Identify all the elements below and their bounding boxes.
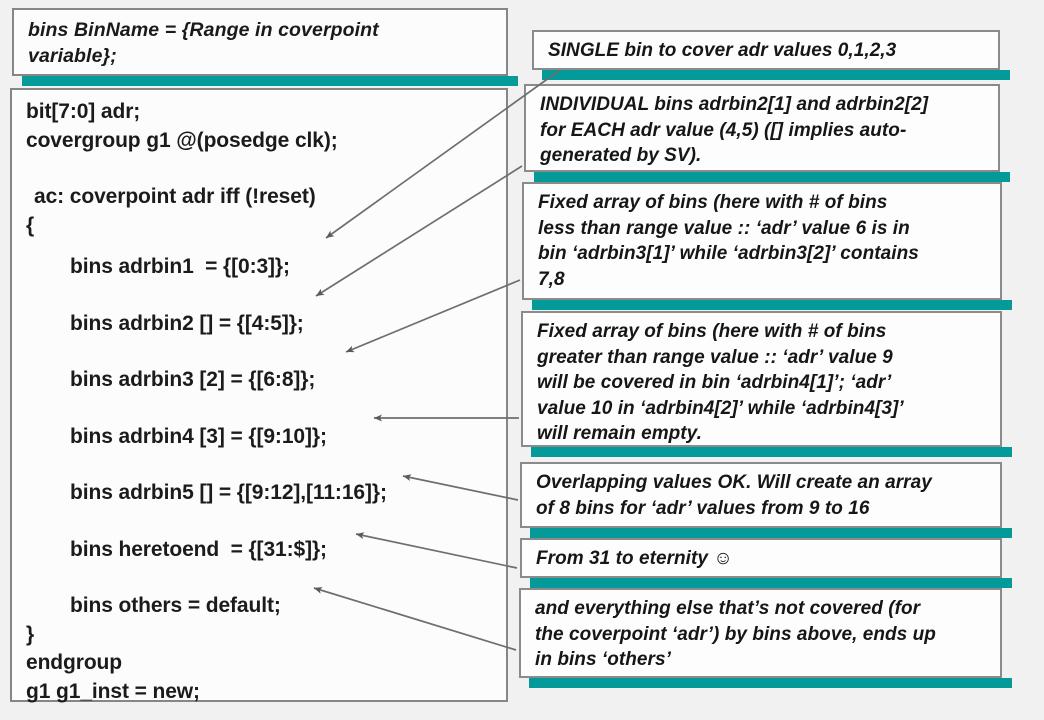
code-line-adrbin5: bins adrbin5 [] = {[9:12],[11:16]}; [70,481,387,504]
callout-heretoend: From 31 to eternity ☺ [520,538,1012,588]
callout-text-line: 7,8 [538,268,565,290]
callout-text-line: SINGLE bin to cover adr values 0,1,2,3 [548,40,897,61]
syntax-line-1: bins BinName = {Range in coverpoint [28,19,379,41]
code-line-adrbin3: bins adrbin3 [2] = {[6:8]}; [70,368,316,391]
code-line-coverpoint: ac: coverpoint adr iff (!reset) [34,185,316,208]
callout-adrbin4: Fixed array of bins (here with # of bins… [521,311,1012,457]
code-line-close-brace: } [26,622,35,646]
syntax-definition-box: bins BinName = {Range in coverpoint vari… [12,8,518,86]
code-line-covergroup: covergroup g1 @(posedge clk); [26,128,338,152]
systemverilog-code-box: bit[7:0] adr; covergroup g1 @(posedge cl… [10,88,508,703]
code-line-adrbin4: bins adrbin4 [3] = {[9:10]}; [70,424,327,448]
code-spacer [26,508,506,536]
callout-text-line: From 31 to eternity ☺ [536,548,733,569]
callout-text-line: for EACH adr value (4,5) ([] implies aut… [540,119,907,141]
code-line-others: bins others = default; [70,594,281,617]
code-spacer [26,451,506,479]
syntax-line-2: variable}; [28,45,117,67]
code-spacer [26,395,506,423]
callout-text-line: will be covered in bin ‘adrbin4[1]’; ‘ad… [537,372,892,393]
code-spacer [26,564,506,592]
code-line-bit-decl: bit[7:0] adr; [26,100,141,123]
code-spacer [26,155,506,183]
callout-others: and everything else that’s not covered (… [519,588,1012,688]
callout-adrbin2: INDIVIDUAL bins adrbin2[1] and adrbin2[2… [524,84,1010,182]
callout-text-line: less than range value :: ‘adr’ value 6 i… [538,217,910,239]
code-line-heretoend: bins heretoend = {[31:$]}; [70,537,327,561]
callout-text-line: generated by SV). [540,145,702,166]
callout-text-line: the coverpoint ‘adr’) by bins above, end… [535,623,936,645]
callout-adrbin5: Overlapping values OK. Will create an ar… [520,462,1012,538]
code-spacer [26,240,506,253]
callout-text-line: greater than range value :: ‘adr’ value … [537,346,893,368]
callout-text-line: in bins ‘others’ [535,649,671,670]
code-line-adrbin2: bins adrbin2 [] = {[4:5]}; [70,311,304,335]
diagram-canvas: bins BinName = {Range in coverpoint vari… [0,0,1044,720]
code-line-endgroup: endgroup [26,651,123,674]
callout-text-line: of 8 bins for ‘adr’ values from 9 to 16 [536,497,870,519]
callout-adrbin1: SINGLE bin to cover adr values 0,1,2,3 [532,30,1010,80]
callout-text-line: value 10 in ‘adrbin4[2]’ while ‘adrbin4[… [537,397,904,419]
callout-text-line: will remain empty. [537,423,702,444]
code-line-open-brace: { [26,213,35,237]
callout-text-line: Fixed array of bins (here with # of bins [537,321,887,342]
code-line-instance: g1 g1_inst = new; [26,679,200,703]
callout-text-line: and everything else that’s not covered (… [535,598,921,619]
code-spacer [26,338,506,366]
code-spacer [26,282,506,310]
callout-adrbin3: Fixed array of bins (here with # of bins… [522,182,1012,310]
callout-text-line: INDIVIDUAL bins adrbin2[1] and adrbin2[2… [540,94,929,115]
callout-text-line: Fixed array of bins (here with # of bins [538,192,888,213]
code-line-adrbin1: bins adrbin1 = {[0:3]}; [70,255,290,278]
callout-text-line: Overlapping values OK. Will create an ar… [536,472,932,493]
callout-text-line: bin ‘adrbin3[1]’ while ‘adrbin3[2]’ cont… [538,243,919,264]
